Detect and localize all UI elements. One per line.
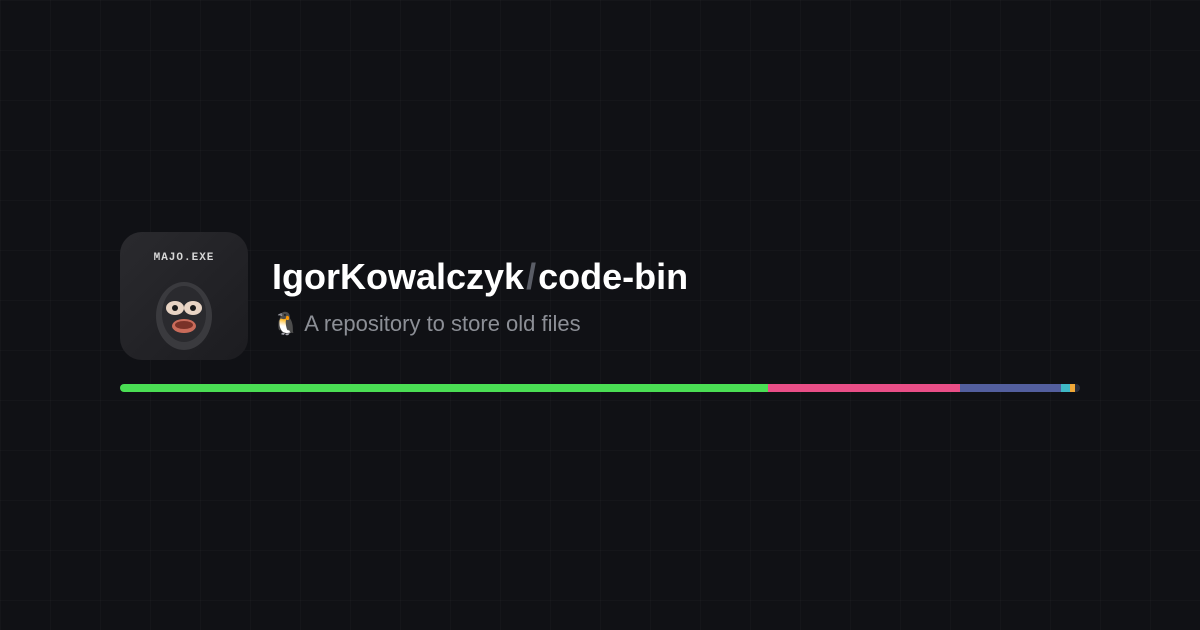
langbar-segment-language-6 <box>1075 384 1080 392</box>
avatar-label: MAJO.EXE <box>154 252 215 264</box>
repo-description: 🐧 A repository to store old files <box>272 311 688 337</box>
repo-slash: / <box>526 255 536 298</box>
language-bar <box>120 384 1080 392</box>
repo-name: code-bin <box>538 255 688 298</box>
avatar: MAJO.EXE <box>120 232 248 360</box>
langbar-segment-language-3 <box>960 384 1061 392</box>
langbar-segment-language-1 <box>120 384 768 392</box>
avatar-image <box>148 274 220 352</box>
repo-owner: IgorKowalczyk <box>272 255 524 298</box>
repo-title: IgorKowalczyk / code-bin <box>272 255 688 298</box>
repo-header: MAJO.EXE IgorKowalczyk / code-bin 🐧 A re… <box>120 232 688 360</box>
langbar-segment-language-2 <box>768 384 960 392</box>
repo-info: IgorKowalczyk / code-bin 🐧 A repository … <box>272 255 688 336</box>
langbar-segment-language-4 <box>1061 384 1071 392</box>
